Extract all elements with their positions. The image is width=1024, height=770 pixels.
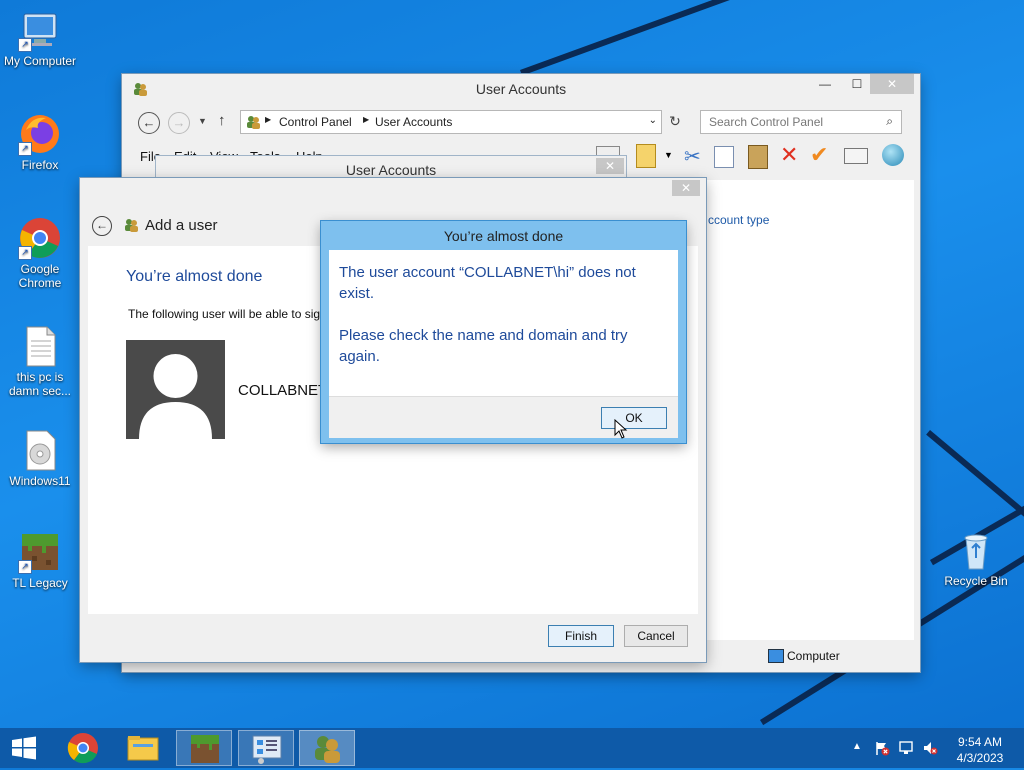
- control-panel-icon: [245, 114, 261, 133]
- network-icon[interactable]: [898, 740, 914, 756]
- ok-button[interactable]: OK: [601, 407, 667, 429]
- wizard-close-button[interactable]: ✕: [672, 180, 700, 196]
- desktop-icon-firefox[interactable]: ↗ Firefox: [0, 112, 80, 172]
- address-bar[interactable]: ▶ Control Panel ▶ User Accounts ⌄: [240, 110, 662, 134]
- wizard-heading: You’re almost done: [126, 268, 263, 285]
- breadcrumb-user-accounts[interactable]: User Accounts: [375, 115, 452, 129]
- error-dialog: You’re almost done The user account “COL…: [321, 221, 686, 443]
- finish-button[interactable]: Finish: [548, 625, 614, 647]
- copy-icon[interactable]: [714, 146, 734, 168]
- taskbar-minecraft[interactable]: [176, 730, 232, 766]
- start-button[interactable]: [10, 736, 38, 760]
- computer-icon: [768, 649, 784, 663]
- error-message-line2: Please check the name and domain and try…: [339, 327, 628, 365]
- chrome-icon: ↗: [18, 216, 62, 260]
- desktop-icon-text-file[interactable]: this pc is damn sec...: [0, 324, 80, 398]
- error-dialog-body: The user account “COLLABNET\hi” does not…: [329, 250, 678, 396]
- wizard-body-text: The following user will be able to sig: [128, 307, 321, 321]
- desktop-icon-chrome[interactable]: ↗ Google Chrome: [0, 216, 80, 290]
- volume-muted-icon[interactable]: [922, 740, 938, 756]
- clock-time: 9:54 AM: [957, 735, 1003, 749]
- clock-date: 4/3/2023: [956, 751, 1004, 765]
- dropdown-arrow-icon[interactable]: ▼: [664, 150, 673, 160]
- cut-icon[interactable]: ✂: [684, 144, 701, 169]
- forward-button[interactable]: →: [168, 112, 190, 134]
- taskbar-file-explorer[interactable]: [115, 730, 171, 766]
- action-center-flag-icon[interactable]: [874, 740, 890, 756]
- breadcrumb-control-panel[interactable]: Control Panel: [279, 115, 352, 129]
- change-account-type-link[interactable]: ccount type: [708, 213, 769, 227]
- control-panel-content: ccount type: [700, 180, 914, 640]
- cancel-button[interactable]: Cancel: [624, 625, 688, 647]
- minimize-button[interactable]: —: [812, 74, 838, 94]
- desktop-icon-windows11[interactable]: Windows11: [0, 428, 80, 488]
- add-user-icon: [123, 217, 139, 236]
- firefox-icon: ↗: [18, 112, 62, 156]
- computer-icon: ↗: [18, 8, 62, 52]
- close-button[interactable]: ✕: [870, 74, 914, 94]
- up-button[interactable]: ↑: [218, 112, 226, 129]
- globe-icon[interactable]: [882, 144, 904, 166]
- refresh-button[interactable]: ↻: [664, 110, 686, 132]
- user-accounts-dialog: User Accounts ✕: [156, 156, 626, 180]
- user-name: COLLABNET: [238, 382, 328, 399]
- wizard-back-button[interactable]: ←: [92, 216, 112, 236]
- toolbar: ▼ ✂ ✕ ✔: [594, 142, 914, 172]
- delete-icon[interactable]: ✕: [780, 142, 798, 168]
- desktop-icon-recycle-bin[interactable]: Recycle Bin: [936, 528, 1016, 588]
- desktop-icon-label: this pc is damn sec...: [8, 370, 72, 398]
- desktop-icon-label: Google Chrome: [18, 262, 62, 290]
- status-bar: Computer: [760, 646, 916, 666]
- document-icon: [18, 324, 62, 368]
- desktop-icon-label: TL Legacy: [12, 576, 68, 590]
- properties-icon[interactable]: [636, 144, 656, 168]
- breadcrumb-separator-icon: ▶: [265, 115, 272, 124]
- window-title: User Accounts: [475, 81, 567, 97]
- search-icon: ⌕: [886, 114, 893, 128]
- disc-image-icon: [18, 428, 62, 472]
- taskbar-control-panel[interactable]: [238, 730, 294, 766]
- recycle-bin-icon: [954, 528, 998, 572]
- mouse-cursor-icon: [614, 418, 628, 442]
- desktop-icon-label: My Computer: [3, 54, 77, 68]
- address-dropdown-icon[interactable]: ⌄: [649, 115, 657, 126]
- search-placeholder: Search Control Panel: [709, 115, 824, 129]
- user-accounts-dialog-close-button[interactable]: ✕: [596, 158, 624, 174]
- user-avatar: [126, 340, 225, 439]
- minecraft-grass-block-icon: ↗: [18, 530, 62, 574]
- clock[interactable]: 9:54 AM 4/3/2023: [950, 734, 1010, 766]
- dialog-title: User Accounts: [345, 162, 437, 178]
- paste-icon[interactable]: [748, 145, 768, 169]
- recent-dropdown-icon[interactable]: ▼: [198, 116, 207, 126]
- error-dialog-title: You’re almost done: [443, 228, 564, 244]
- status-computer-label: Computer: [787, 649, 840, 663]
- rename-icon[interactable]: [844, 148, 868, 164]
- maximize-button[interactable]: ☐: [844, 74, 870, 94]
- breadcrumb-separator-icon: ▶: [363, 115, 370, 124]
- taskbar-chrome[interactable]: [55, 730, 111, 766]
- error-message-line1: The user account “COLLABNET\hi” does not…: [339, 264, 636, 302]
- desktop-icon-label: Firefox: [21, 158, 59, 172]
- back-button[interactable]: ←: [138, 112, 160, 134]
- checkmark-icon[interactable]: ✔: [810, 142, 828, 168]
- taskbar-user-accounts[interactable]: [299, 730, 355, 766]
- desktop-icon-label: Windows11: [9, 474, 71, 488]
- control-panel-titlebar[interactable]: User Accounts — ☐ ✕: [122, 74, 920, 104]
- show-hidden-icons-button[interactable]: ▲: [852, 741, 862, 752]
- wizard-header: Add a user: [145, 217, 218, 234]
- desktop-icon-tl-legacy[interactable]: ↗ TL Legacy: [0, 530, 80, 590]
- search-control-panel-input[interactable]: Search Control Panel ⌕: [700, 110, 902, 134]
- desktop-icon-label: Recycle Bin: [944, 574, 1008, 588]
- desktop-icon-my-computer[interactable]: ↗ My Computer: [0, 8, 80, 68]
